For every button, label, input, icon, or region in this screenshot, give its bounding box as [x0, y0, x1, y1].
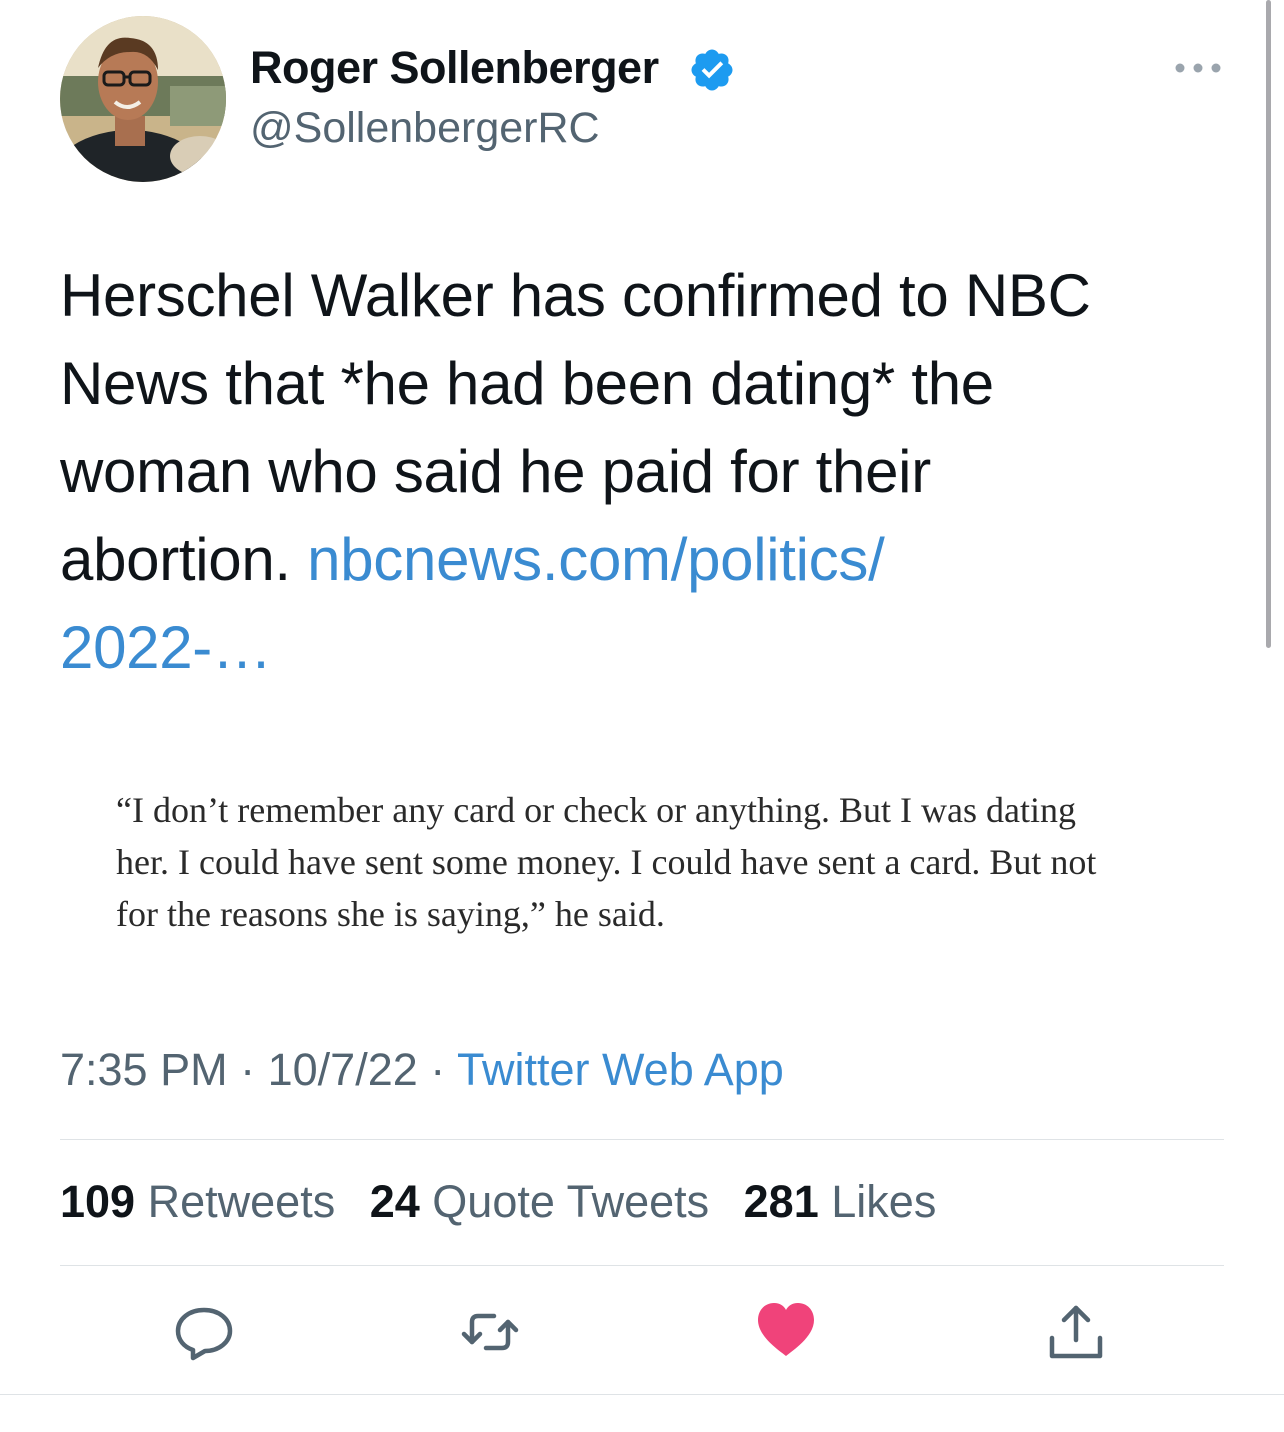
retweets-stat[interactable]: 109 Retweets: [60, 1176, 335, 1227]
quote-line: “I don’t remember any card or check or a…: [116, 790, 1077, 830]
tweet-time[interactable]: 7:35 PM: [60, 1044, 228, 1095]
more-dots-icon[interactable]: [1172, 56, 1224, 80]
reply-icon[interactable]: [172, 1300, 236, 1364]
tweet-source-link[interactable]: Twitter Web App: [457, 1044, 784, 1095]
tweet-text-line: News that *he had been dating* the: [60, 350, 994, 417]
divider: [60, 1139, 1224, 1140]
meta-separator: ·: [240, 1044, 256, 1095]
scrollbar[interactable]: [1266, 0, 1271, 648]
tweet-text-line: Herschel Walker has confirmed to NBC: [60, 262, 1091, 329]
tweet-text-line: abortion. nbcnews.com/politics/: [60, 516, 1240, 604]
likes-label: Likes: [831, 1176, 937, 1227]
tweet-text-fragment: abortion.: [60, 526, 308, 593]
tweet-date[interactable]: 10/7/22: [268, 1044, 418, 1095]
author-handle[interactable]: @SollenbergerRC: [250, 104, 600, 153]
quote-screenshot[interactable]: “I don’t remember any card or check or a…: [116, 784, 1216, 940]
tweet-text-line: woman who said he paid for their: [60, 438, 931, 505]
share-icon[interactable]: [1044, 1300, 1108, 1364]
retweet-icon[interactable]: [458, 1300, 522, 1364]
article-link[interactable]: nbcnews.com/politics/: [307, 526, 885, 593]
article-link-continued[interactable]: 2022-…: [60, 604, 1240, 692]
likes-count: 281: [743, 1176, 819, 1227]
quote-line: her. I could have sent some money. I cou…: [116, 842, 1097, 882]
avatar[interactable]: [60, 16, 226, 182]
quote-line: for the reasons she is saying,” he said.: [116, 894, 665, 934]
quotes-label: Quote Tweets: [432, 1176, 710, 1227]
tweet-meta: 7:35 PM · 10/7/22 · Twitter Web App: [60, 1044, 784, 1096]
meta-separator: ·: [430, 1044, 446, 1095]
tweet-text: Herschel Walker has confirmed to NBC New…: [60, 252, 1240, 692]
retweets-count: 109: [60, 1176, 136, 1227]
heart-icon[interactable]: [754, 1298, 818, 1362]
quote-tweets-stat[interactable]: 24 Quote Tweets: [370, 1176, 709, 1227]
verified-badge-icon: [691, 49, 733, 91]
divider: [0, 1394, 1284, 1395]
likes-stat[interactable]: 281 Likes: [744, 1176, 937, 1227]
author-name[interactable]: Roger Sollenberger: [250, 42, 659, 94]
quotes-count: 24: [369, 1176, 420, 1227]
divider: [60, 1265, 1224, 1266]
retweets-label: Retweets: [147, 1176, 336, 1227]
tweet-stats: 109 Retweets 24 Quote Tweets 281 Likes: [60, 1176, 958, 1228]
